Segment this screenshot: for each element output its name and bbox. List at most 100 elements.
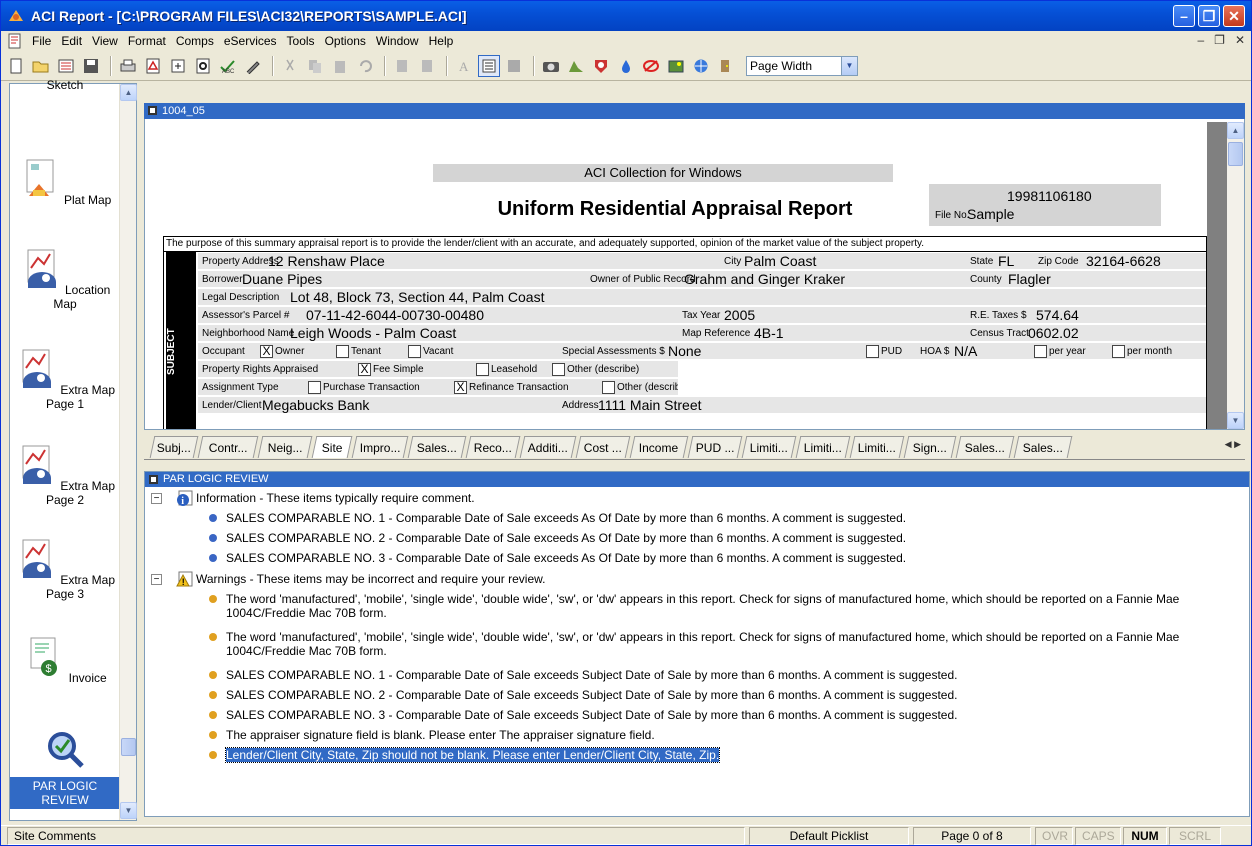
signature-button[interactable]: [242, 55, 264, 77]
thumb-extra-map-2[interactable]: Extra Map Page 2: [10, 444, 120, 507]
tab-additional[interactable]: Additi...: [519, 436, 577, 458]
tab-cost[interactable]: Cost ...: [575, 436, 631, 458]
undo-button[interactable]: [354, 55, 376, 77]
font-button[interactable]: A: [453, 55, 475, 77]
tab-reconciliation[interactable]: Reco...: [465, 436, 521, 458]
preview-button[interactable]: [192, 55, 214, 77]
tax-year-field[interactable]: 2005: [724, 307, 755, 323]
title-bar[interactable]: ACI Report - [C:\PROGRAM FILES\ACI32\REP…: [1, 1, 1251, 31]
tab-subject[interactable]: Subj...: [149, 436, 199, 458]
chevron-down-icon[interactable]: ▼: [841, 56, 857, 75]
mdi-minimize-icon[interactable]: –: [1197, 33, 1204, 47]
pdf-button[interactable]: [142, 55, 164, 77]
warning-item[interactable]: SALES COMPARABLE NO. 2 - Comparable Date…: [209, 688, 1249, 702]
menu-view[interactable]: View: [87, 34, 123, 48]
insert-button[interactable]: [391, 55, 413, 77]
maximize-button[interactable]: ❐: [1198, 5, 1220, 27]
city-field[interactable]: Palm Coast: [744, 253, 816, 269]
tab-site[interactable]: Site: [311, 436, 353, 458]
tab-income[interactable]: Income: [629, 436, 689, 458]
per-year-option[interactable]: per year: [1034, 343, 1086, 359]
thumb-location-map[interactable]: Location Map: [10, 248, 120, 311]
mdi-close-icon[interactable]: ✕: [1235, 33, 1245, 47]
zoom-select[interactable]: Page Width ▼: [746, 55, 858, 76]
state-field[interactable]: FL: [998, 253, 1014, 269]
menu-edit[interactable]: Edit: [56, 34, 87, 48]
scroll-down-button[interactable]: ▼: [1227, 412, 1244, 429]
tab-signature[interactable]: Sign...: [903, 436, 957, 458]
tab-scroll-arrows[interactable]: ◀ ▶: [1225, 439, 1241, 450]
checkbox-checked[interactable]: X: [454, 380, 467, 394]
left-panel-scrollbar[interactable]: ▲ ▼: [119, 84, 137, 820]
other-describe-option[interactable]: Other (describe): [602, 379, 678, 395]
zip-field[interactable]: 32164-6628: [1086, 253, 1161, 269]
chevron-left-icon[interactable]: ◀: [1225, 439, 1232, 449]
warning-item[interactable]: The appraiser signature field is blank. …: [209, 728, 1249, 742]
menu-format[interactable]: Format: [123, 34, 171, 48]
minimize-button[interactable]: –: [1173, 5, 1195, 27]
checkbox-checked[interactable]: X: [358, 362, 371, 376]
re-taxes-field[interactable]: 574.64: [1036, 307, 1079, 323]
legal-description-field[interactable]: Lot 48, Block 73, Section 44, Palm Coast: [290, 289, 544, 305]
grid-button[interactable]: [503, 55, 525, 77]
file-no-value[interactable]: Sample: [967, 206, 1014, 222]
spellcheck-button[interactable]: ABC: [217, 55, 239, 77]
checkbox[interactable]: [408, 344, 421, 358]
checkbox[interactable]: [476, 362, 489, 376]
exit-button[interactable]: [715, 55, 737, 77]
export-button[interactable]: [167, 55, 189, 77]
copy-button[interactable]: [304, 55, 326, 77]
checkbox[interactable]: [1034, 344, 1047, 358]
occupant-tenant-option[interactable]: Tenant: [336, 343, 381, 359]
parcel-field[interactable]: 07-11-42-6044-00730-00480: [306, 307, 484, 323]
tab-limiting-3[interactable]: Limiti...: [849, 436, 905, 458]
menu-window[interactable]: Window: [371, 34, 424, 48]
occupant-owner-option[interactable]: X Owner: [260, 343, 304, 359]
paste-button[interactable]: [329, 55, 351, 77]
thumb-extra-map-3[interactable]: Extra Map Page 3: [10, 538, 120, 601]
warning-item[interactable]: SALES COMPARABLE NO. 3 - Comparable Date…: [209, 708, 1249, 722]
county-field[interactable]: Flagler: [1008, 271, 1051, 287]
warning-item[interactable]: The word 'manufactured', 'mobile', 'sing…: [209, 592, 1249, 620]
tab-neighborhood[interactable]: Neig...: [257, 436, 313, 458]
warning-item[interactable]: The word 'manufactured', 'mobile', 'sing…: [209, 630, 1249, 658]
pud-option[interactable]: PUD: [866, 343, 902, 359]
hoa-field[interactable]: N/A: [954, 343, 977, 359]
cut-button[interactable]: [279, 55, 301, 77]
fee-simple-option[interactable]: X Fee Simple: [358, 361, 424, 377]
document-scrollbar[interactable]: ▲ ▼: [1227, 122, 1244, 429]
occupant-vacant-option[interactable]: Vacant: [408, 343, 453, 359]
per-month-option[interactable]: per month: [1112, 343, 1172, 359]
checkbox-checked[interactable]: X: [260, 344, 273, 358]
menu-help[interactable]: Help: [424, 34, 459, 48]
owner-field[interactable]: Grahm and Ginger Kraker: [684, 271, 845, 287]
delete-page-button[interactable]: [416, 55, 438, 77]
tab-pud[interactable]: PUD ...: [687, 436, 743, 458]
eservices-button[interactable]: [690, 55, 712, 77]
collapse-icon[interactable]: −: [151, 492, 162, 504]
lender-field[interactable]: Megabucks Bank: [262, 397, 369, 413]
menu-eservices[interactable]: eServices: [219, 34, 282, 48]
thumb-plat-map[interactable]: Plat Map: [10, 158, 120, 207]
save-button[interactable]: [80, 55, 102, 77]
checkbox[interactable]: [602, 380, 615, 394]
menu-options[interactable]: Options: [320, 34, 371, 48]
lender-address-field[interactable]: 1111 Main Street: [598, 397, 702, 413]
census-tract-field[interactable]: 0602.02: [1028, 325, 1079, 341]
form-view-button[interactable]: [478, 54, 500, 77]
checkbox[interactable]: [308, 380, 321, 394]
scroll-up-button[interactable]: ▲: [120, 84, 137, 101]
flood-button[interactable]: [590, 55, 612, 77]
checkbox[interactable]: [1112, 344, 1125, 358]
borrower-field[interactable]: Duane Pipes: [242, 271, 322, 287]
leasehold-option[interactable]: Leasehold: [476, 361, 537, 377]
camera-button[interactable]: [540, 55, 562, 77]
special-assessments-field[interactable]: None: [668, 343, 701, 359]
purchase-transaction-option[interactable]: Purchase Transaction: [308, 379, 420, 395]
warning-item-selected[interactable]: Lender/Client City, State, Zip should no…: [209, 747, 1249, 763]
checkbox[interactable]: [552, 362, 565, 376]
info-item[interactable]: SALES COMPARABLE NO. 3 - Comparable Date…: [209, 551, 1229, 565]
info-item[interactable]: SALES COMPARABLE NO. 1 - Comparable Date…: [209, 511, 1229, 525]
checkbox[interactable]: [336, 344, 349, 358]
info-group-header[interactable]: − i Information - These items typically …: [151, 490, 475, 506]
